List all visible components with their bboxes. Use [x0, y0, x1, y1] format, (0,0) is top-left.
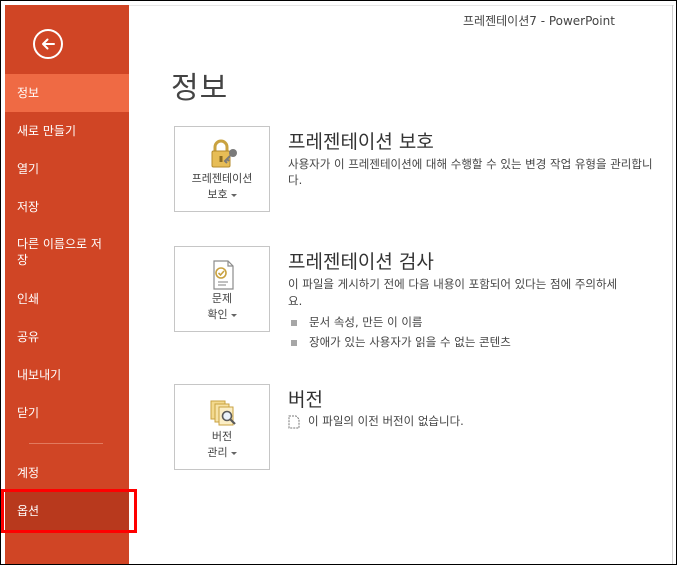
window-title: 프레젠테이션7 - PowerPoint: [463, 14, 615, 28]
protect-button-label-line2: 보호: [175, 187, 269, 203]
versions-desc: 이 파일의 이전 버전이 없습니다.: [288, 413, 464, 429]
arrow-left-icon: [42, 38, 55, 50]
check-button-label-line2: 확인: [175, 307, 269, 323]
protect-desc-2: 다.: [288, 173, 303, 187]
versions-button-label: 버전 관리: [175, 429, 269, 461]
scroll-edge: [672, 5, 673, 564]
protect-button-label: 프레젠테이션 보호: [175, 171, 269, 203]
nav-open[interactable]: 열기: [5, 150, 129, 188]
versions-title: 버전: [288, 389, 323, 411]
versions-search-icon: [210, 400, 236, 426]
window: 정보 새로 만들기 열기 저장 다른 이름으로 저장 인쇄 공유 내보내기 닫기…: [0, 0, 677, 565]
highlight-box: [1, 489, 137, 533]
nav-account[interactable]: 계정: [5, 454, 129, 492]
bullet-square-icon: [291, 319, 297, 326]
nav-export[interactable]: 내보내기: [5, 356, 129, 394]
backstage-sidebar: 정보 새로 만들기 열기 저장 다른 이름으로 저장 인쇄 공유 내보내기 닫기…: [5, 5, 129, 564]
document-icon: [288, 415, 300, 428]
inspect-document-icon: [213, 260, 234, 290]
chevron-down-icon: [230, 193, 237, 197]
versions-button-label-line2: 관리: [175, 445, 269, 461]
chevron-down-icon: [230, 451, 237, 455]
page-title: 정보: [171, 71, 229, 106]
protect-desc-1: 사용자가 이 프레젠테이션에 대해 수행할 수 있는 변경 작업 유형을 관리합…: [288, 157, 653, 171]
inspect-desc-1: 이 파일을 게시하기 전에 다음 내용이 포함되어 있다는 점에 주의하세: [288, 277, 618, 291]
inspect-bullet-2-text: 장애가 있는 사용자가 읽을 수 없는 콘텐츠: [309, 335, 511, 349]
check-button-label: 문제 확인: [175, 291, 269, 323]
protect-button-label-text: 보호: [207, 188, 228, 201]
nav-separator: [29, 443, 103, 444]
inspect-desc-2: 요.: [288, 294, 303, 308]
inspect-bullet-1-text: 문서 속성, 만든 이 이름: [309, 315, 423, 329]
protect-button-label-line1: 프레젠테이션: [191, 172, 253, 185]
inspect-title: 프레젠테이션 검사: [288, 251, 434, 273]
manage-versions-button[interactable]: 버전 관리: [174, 384, 270, 470]
nav-print[interactable]: 인쇄: [5, 280, 129, 318]
protect-presentation-button[interactable]: 프레젠테이션 보호: [174, 126, 270, 212]
nav-info[interactable]: 정보: [5, 74, 129, 112]
lock-key-icon: [211, 139, 237, 168]
inspect-bullet-1: 문서 속성, 만든 이 이름: [291, 314, 423, 330]
nav-save-as[interactable]: 다른 이름으로 저장: [5, 231, 109, 275]
check-button-label-line1: 문제: [211, 292, 233, 305]
nav-share[interactable]: 공유: [5, 318, 129, 356]
protect-title: 프레젠테이션 보호: [288, 131, 434, 153]
versions-desc-text: 이 파일의 이전 버전이 없습니다.: [308, 414, 464, 428]
nav-close[interactable]: 닫기: [5, 394, 129, 432]
nav-new[interactable]: 새로 만들기: [5, 112, 129, 150]
top-strip: [129, 5, 674, 6]
bullet-square-icon: [291, 339, 297, 346]
back-button[interactable]: [33, 29, 63, 59]
inspect-bullet-2: 장애가 있는 사용자가 읽을 수 없는 콘텐츠: [291, 334, 511, 350]
check-issues-button[interactable]: 문제 확인: [174, 246, 270, 332]
nav-save[interactable]: 저장: [5, 188, 129, 226]
check-button-label-text: 확인: [207, 308, 228, 321]
chevron-down-icon: [230, 313, 237, 317]
versions-button-label-line1: 버전: [211, 430, 233, 443]
versions-button-label-text: 관리: [207, 446, 228, 459]
